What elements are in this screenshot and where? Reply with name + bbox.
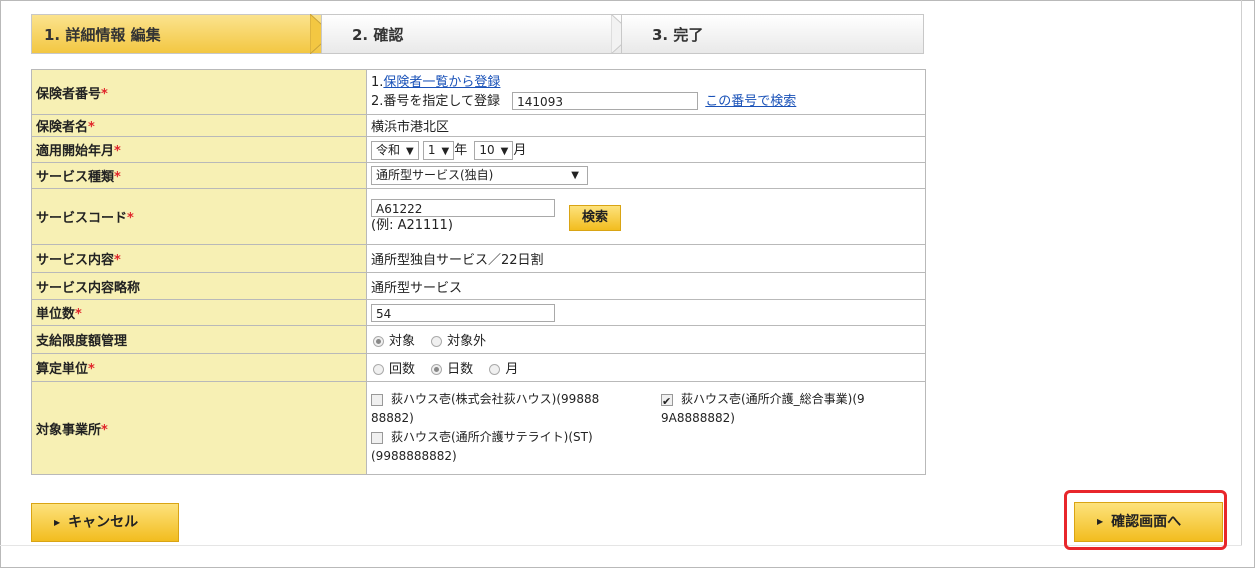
service-code-label: サービスコード* bbox=[31, 188, 367, 245]
target-offices-cell: 荻ハウス壱(株式会社荻ハウス)(99888 88882) 荻ハウス壱(通所介護_… bbox=[366, 381, 926, 475]
month-unit: 月 bbox=[513, 143, 527, 158]
limit-non-target-label: 対象外 bbox=[447, 334, 487, 349]
era-select[interactable]: 令和 ▼ bbox=[371, 141, 419, 160]
dropdown-icon: ▼ bbox=[500, 146, 509, 157]
insurer-number-cell: 1.保険者一覧から登録 2.番号を指定して登録 141093 この番号で検索 bbox=[366, 69, 926, 115]
step-1-label: 1. 詳細情報 編集 bbox=[44, 25, 161, 44]
units-input[interactable]: 54 bbox=[371, 303, 555, 322]
office-option-3: 荻ハウス壱(通所介護サテライト)(ST) (9988888882) bbox=[371, 428, 921, 466]
service-code-input[interactable]: A61222 bbox=[371, 198, 555, 217]
calc-times-label: 回数 bbox=[389, 362, 416, 377]
service-code-example: (例: A21111) bbox=[371, 217, 453, 233]
confirm-label: 確認画面へ bbox=[1111, 514, 1182, 530]
calc-unit-label: 算定単位* bbox=[31, 353, 367, 382]
calc-times-radio[interactable] bbox=[373, 364, 384, 375]
table-row: サービスコード* A61222 (例: A21111) bbox=[31, 188, 926, 245]
calc-days-label: 日数 bbox=[447, 362, 474, 377]
service-type-label: サービス種類* bbox=[31, 162, 367, 189]
limit-mgmt-label: 支給限度額管理 bbox=[31, 325, 367, 354]
step-2-label: 2. 確認 bbox=[352, 25, 404, 44]
calc-days-radio[interactable] bbox=[431, 364, 443, 375]
table-row: 支給限度額管理 対象 対象外 bbox=[31, 325, 926, 354]
office-1-checkbox[interactable] bbox=[371, 393, 383, 406]
calc-month-label: 月 bbox=[505, 362, 519, 377]
table-row: 適用開始年月* 令和 ▼ 1 ▼ 年 10 ▼ 月 bbox=[31, 136, 926, 163]
target-offices-label: 対象事業所* bbox=[31, 381, 367, 475]
table-row: サービス内容* 通所型独自サービス／22日割 bbox=[31, 244, 926, 273]
limit-non-target-radio[interactable] bbox=[431, 336, 443, 347]
step-3-label: 3. 完了 bbox=[652, 25, 704, 44]
limit-mgmt-cell: 対象 対象外 bbox=[366, 325, 926, 354]
table-row: サービス種類* 通所型サービス(独自) ▼ bbox=[31, 162, 926, 189]
divider bbox=[1241, 0, 1242, 545]
cancel-button[interactable]: ▶ キャンセル bbox=[31, 503, 179, 542]
table-row: 単位数* 54 bbox=[31, 299, 926, 326]
arrow-right-icon: ▶ bbox=[54, 518, 61, 527]
office-option-2: 荻ハウス壱(通所介護_総合事業)(9 9A8888882) bbox=[661, 390, 865, 428]
service-abbrev-label: サービス内容略称 bbox=[31, 272, 367, 300]
month-select[interactable]: 10 ▼ bbox=[474, 141, 514, 160]
service-content-value: 通所型独自サービス／22日割 bbox=[366, 244, 926, 273]
units-cell: 54 bbox=[366, 299, 926, 326]
units-label: 単位数* bbox=[31, 299, 367, 326]
service-content-label: サービス内容* bbox=[31, 244, 367, 273]
dropdown-icon: ▼ bbox=[406, 146, 414, 157]
year-unit: 年 bbox=[454, 143, 468, 158]
office-2-label: 荻ハウス壱(通所介護_総合事業)(9 bbox=[681, 392, 865, 406]
insurer-name-label: 保険者名* bbox=[31, 114, 367, 137]
detail-form-table: 保険者番号* 1.保険者一覧から登録 2.番号を指定して登録 141093 この… bbox=[31, 69, 926, 475]
table-row: 対象事業所* 荻ハウス壱(株式会社荻ハウス)(99888 88882) 荻ハウス… bbox=[31, 381, 926, 475]
service-type-cell: 通所型サービス(独自) ▼ bbox=[366, 162, 926, 189]
service-abbrev-value: 通所型サービス bbox=[366, 272, 926, 300]
step-3-complete: 3. 完了 bbox=[621, 14, 924, 54]
to-confirm-screen-button[interactable]: ▶ 確認画面へ bbox=[1074, 502, 1223, 542]
register-from-insurer-list-link[interactable]: 保険者一覧から登録 bbox=[383, 75, 500, 90]
office-1-label: 荻ハウス壱(株式会社荻ハウス)(99888 bbox=[391, 392, 600, 406]
office-2-label-cont: 9A8888882) bbox=[661, 411, 735, 425]
year-select[interactable]: 1 ▼ bbox=[422, 141, 455, 160]
cancel-label: キャンセル bbox=[68, 514, 139, 531]
step-2-confirm: 2. 確認 bbox=[321, 14, 621, 54]
dropdown-icon: ▼ bbox=[441, 146, 450, 157]
limit-target-label: 対象 bbox=[389, 334, 416, 349]
dropdown-icon: ▼ bbox=[571, 170, 579, 181]
table-row: 算定単位* 回数 日数 月 bbox=[31, 353, 926, 382]
service-code-search-button[interactable]: 検索 bbox=[569, 205, 621, 231]
insurer-number-label: 保険者番号* bbox=[31, 69, 367, 115]
arrow-right-icon: ▶ bbox=[1097, 517, 1104, 526]
insurer-name-value: 横浜市港北区 bbox=[366, 114, 926, 137]
start-month-label: 適用開始年月* bbox=[31, 136, 367, 163]
office-option-1: 荻ハウス壱(株式会社荻ハウス)(99888 88882) bbox=[371, 390, 661, 428]
calc-unit-cell: 回数 日数 月 bbox=[366, 353, 926, 382]
insurer-number-input[interactable]: 141093 bbox=[512, 92, 699, 110]
table-row: サービス内容略称 通所型サービス bbox=[31, 272, 926, 300]
office-3-label-cont: (9988888882) bbox=[371, 449, 457, 463]
option-2-label: 2.番号を指定して登録 bbox=[371, 93, 501, 109]
office-1-label-cont: 88882) bbox=[371, 411, 414, 425]
divider bbox=[0, 545, 1242, 546]
service-type-select[interactable]: 通所型サービス(独自) ▼ bbox=[371, 166, 588, 185]
service-code-cell: A61222 (例: A21111) bbox=[366, 188, 926, 245]
office-3-checkbox[interactable] bbox=[371, 431, 383, 444]
office-2-checkbox[interactable] bbox=[661, 392, 673, 411]
step-progress-bar: 1. 詳細情報 編集 2. 確認 3. 完了 bbox=[31, 14, 924, 56]
office-3-label: 荻ハウス壱(通所介護サテライト)(ST) bbox=[391, 430, 593, 444]
option-1-prefix: 1. bbox=[371, 74, 384, 90]
step-1-edit: 1. 詳細情報 編集 bbox=[31, 14, 321, 54]
start-month-cell: 令和 ▼ 1 ▼ 年 10 ▼ 月 bbox=[366, 136, 926, 163]
table-row: 保険者名* 横浜市港北区 bbox=[31, 114, 926, 137]
limit-target-radio[interactable] bbox=[373, 336, 384, 347]
search-by-number-link[interactable]: この番号で検索 bbox=[705, 94, 796, 109]
table-row: 保険者番号* 1.保険者一覧から登録 2.番号を指定して登録 141093 この… bbox=[31, 69, 926, 115]
calc-month-radio[interactable] bbox=[489, 364, 501, 375]
